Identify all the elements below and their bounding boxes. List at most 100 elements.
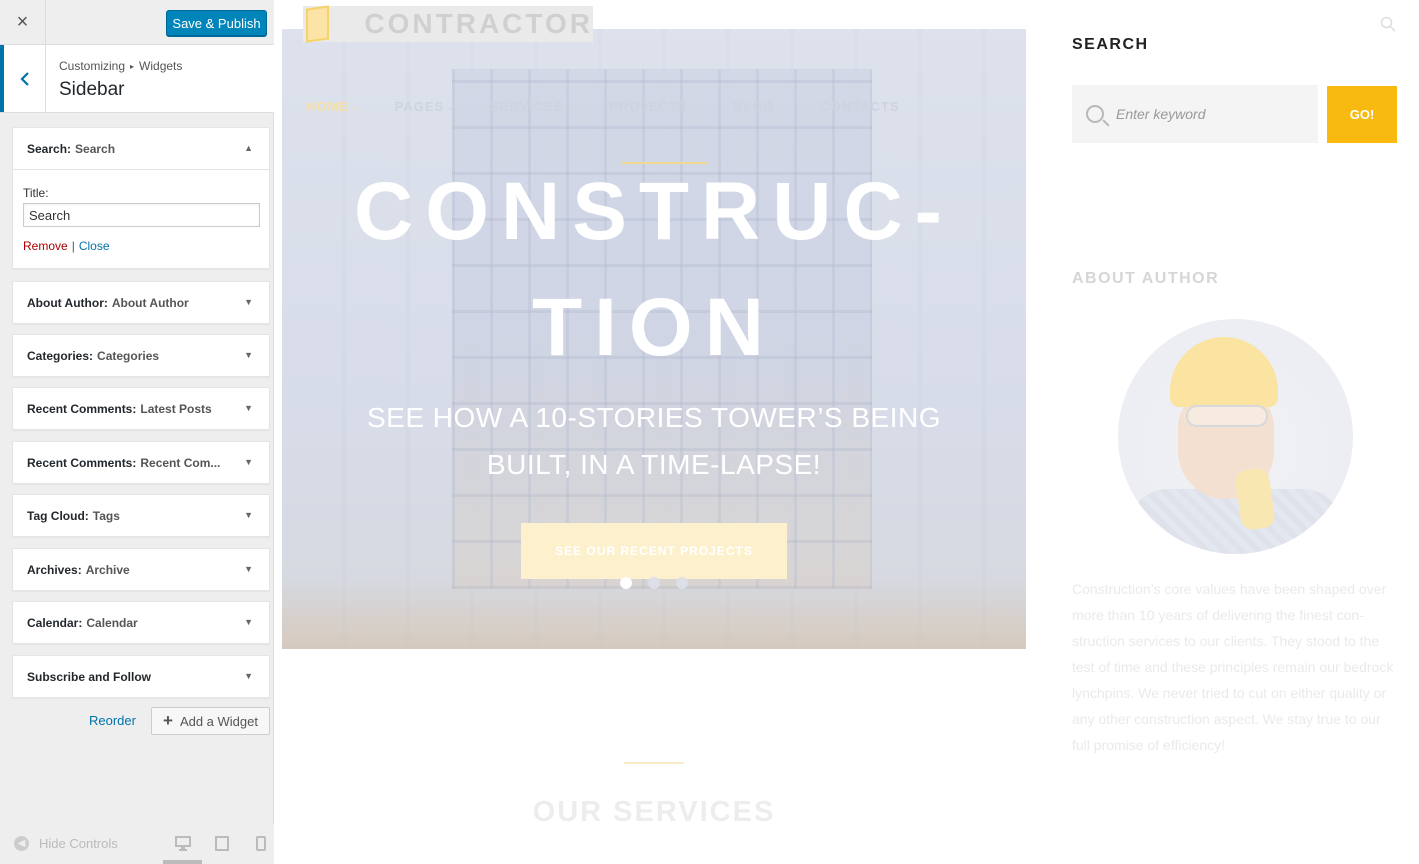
customizer-header: × Save & Publish: [0, 0, 274, 45]
save-publish-button[interactable]: Save & Publish: [166, 10, 267, 36]
widget-recent-comments[interactable]: Recent Comments: Recent Com... ▼: [12, 441, 270, 484]
widget-header[interactable]: About Author: About Author ▼: [13, 282, 269, 323]
add-widget-label: Add a Widget: [179, 713, 258, 729]
nav-item-contacts[interactable]: CONTACTS: [820, 99, 899, 114]
widget-type: Search:: [27, 141, 72, 156]
desktop-icon[interactable]: [175, 836, 191, 854]
arrow-down-icon[interactable]: ▼: [244, 617, 253, 627]
breadcrumb: Customizing ▸ Widgets: [59, 59, 182, 73]
slider-dot-3[interactable]: [676, 577, 688, 589]
widget-header-search[interactable]: Search: Search ▲: [13, 128, 269, 169]
back-button[interactable]: [0, 45, 46, 112]
widget-type: Tag Cloud:: [27, 508, 89, 523]
arrow-up-icon[interactable]: ▲: [244, 143, 253, 153]
widget-title: Calendar: [86, 615, 138, 630]
widget-title: Archive: [85, 562, 130, 577]
widget-header[interactable]: Subscribe and Follow ▼: [13, 656, 269, 697]
arrow-down-icon[interactable]: ▼: [244, 403, 253, 413]
hide-controls-button[interactable]: ◀ Hide Controls: [14, 836, 118, 851]
tablet-icon[interactable]: [215, 836, 229, 854]
main-nav: HOME ⌄ PAGES ⌄ SERVICES ⌄ PROJECTS ⌄ BLOG ⌄ C…: [306, 99, 935, 114]
widget-header[interactable]: Archives: Archive ▼: [13, 549, 269, 590]
chevron-down-icon: ⌄: [777, 103, 786, 112]
mobile-icon[interactable]: [256, 836, 266, 854]
widget-type: About Author:: [27, 295, 108, 310]
widget-header[interactable]: Recent Comments: Recent Com... ▼: [13, 442, 269, 483]
services-heading: OUR SERVICES: [532, 796, 776, 828]
site-logo[interactable]: CONTRACTOR: [303, 5, 593, 43]
widget-calendar[interactable]: Calendar: Calendar ▼: [12, 601, 270, 644]
search-icon: [1086, 105, 1104, 123]
nav-item-home[interactable]: HOME ⌄: [306, 99, 360, 114]
avatar-shirt: [1128, 489, 1343, 554]
avatar-radio: [1233, 466, 1277, 532]
chevron-left-icon: [19, 71, 29, 86]
customizer-panel: × Save & Publish Customizing ▸ Widgets Sid…: [0, 0, 274, 864]
widget-categories[interactable]: Categories: Categories ▼: [12, 334, 270, 377]
widget-header[interactable]: Tag Cloud: Tags ▼: [13, 495, 269, 536]
widget-header[interactable]: Calendar: Calendar ▼: [13, 602, 269, 643]
breadcrumb-separator: ▸: [130, 62, 135, 71]
search-icon[interactable]: [1380, 16, 1396, 36]
widget-title: Tags: [92, 508, 120, 523]
breadcrumb-customizing: Customizing: [59, 59, 126, 73]
avatar-glasses: [1186, 405, 1268, 427]
logo-text: CONTRACTOR: [364, 8, 593, 39]
close-widget-link[interactable]: Close: [79, 239, 110, 253]
search-go-button[interactable]: GO!: [1327, 86, 1397, 143]
sidebar-search-input[interactable]: [1116, 106, 1306, 122]
arrow-down-icon[interactable]: ▼: [244, 297, 253, 307]
widget-about-author[interactable]: About Author: About Author ▼: [12, 281, 270, 324]
hero-subtitle-line2: BUILT, IN A TIME-LAPSE!: [486, 449, 822, 480]
chevron-down-icon: ⌄: [566, 103, 575, 112]
title-field-label: Title:: [23, 186, 49, 200]
nav-item-blog[interactable]: BLOG ⌄: [733, 99, 785, 114]
nav-label: CONTACTS: [820, 99, 900, 114]
hero-title-line1: CONSTRUC-: [354, 166, 954, 257]
hero-street-glow: [282, 579, 1026, 649]
add-widget-button[interactable]: + Add a Widget: [151, 707, 270, 735]
widget-search: Search:Search ▲ Title: Remove| Close: [12, 127, 270, 269]
recent-projects-button[interactable]: SEE OUR RECENT PROJECTS: [521, 523, 787, 579]
slider-dot-2[interactable]: [648, 577, 660, 589]
active-device-indicator: [163, 860, 202, 864]
remove-widget-link[interactable]: Remove: [23, 239, 68, 253]
widget-type: Categories:: [27, 348, 94, 363]
arrow-down-icon[interactable]: ▼: [244, 671, 253, 681]
close-icon: ×: [16, 11, 29, 33]
close-customizer-button[interactable]: ×: [0, 0, 46, 45]
chevron-down-icon: ⌄: [352, 103, 360, 112]
widget-header[interactable]: Recent Comments: Latest Posts ▼: [13, 388, 269, 429]
arrow-down-icon[interactable]: ▼: [244, 457, 253, 467]
widget-subscribe-follow[interactable]: Subscribe and Follow ▼: [12, 655, 270, 698]
about-author-heading: ABOUT AUTHOR: [1072, 270, 1220, 287]
nav-item-projects[interactable]: PROJECTS ⌄: [609, 99, 698, 114]
nav-item-services[interactable]: SERVICES ⌄: [490, 99, 574, 114]
widget-header[interactable]: Categories: Categories ▼: [13, 335, 269, 376]
collapse-icon: ◀: [14, 836, 29, 851]
widget-type: Archives:: [27, 562, 82, 577]
reorder-link[interactable]: Reorder: [89, 713, 136, 728]
hero-title-line2: TION: [532, 282, 776, 373]
author-avatar: [1118, 319, 1353, 554]
widget-archives[interactable]: Archives: Archive ▼: [12, 548, 270, 591]
chevron-down-icon: ⌄: [447, 103, 455, 112]
title-field[interactable]: [23, 203, 260, 227]
services-divider: [624, 762, 684, 764]
slider-dot-1[interactable]: [620, 577, 632, 589]
arrow-down-icon[interactable]: ▼: [244, 350, 253, 360]
avatar-hard-hat: [1170, 337, 1278, 407]
widget-tag-cloud[interactable]: Tag Cloud: Tags ▼: [12, 494, 270, 537]
widget-type: Subscribe and Follow: [27, 669, 152, 684]
nav-item-pages[interactable]: PAGES ⌄: [395, 99, 455, 114]
site-preview: HOME ⌄ PAGES ⌄ SERVICES ⌄ PROJECTS ⌄ BLOG ⌄ C…: [275, 0, 1419, 864]
nav-label: PROJECTS: [609, 99, 688, 114]
chevron-down-icon: ⌄: [690, 103, 698, 112]
nav-label: BLOG: [732, 99, 775, 114]
arrow-down-icon[interactable]: ▼: [244, 564, 253, 574]
arrow-down-icon[interactable]: ▼: [244, 510, 253, 520]
nav-label: PAGES: [394, 99, 445, 114]
widget-form-search: Title: Remove| Close: [13, 169, 269, 268]
widget-recent-comments-latest[interactable]: Recent Comments: Latest Posts ▼: [12, 387, 270, 430]
hide-controls-label: Hide Controls: [39, 836, 118, 851]
